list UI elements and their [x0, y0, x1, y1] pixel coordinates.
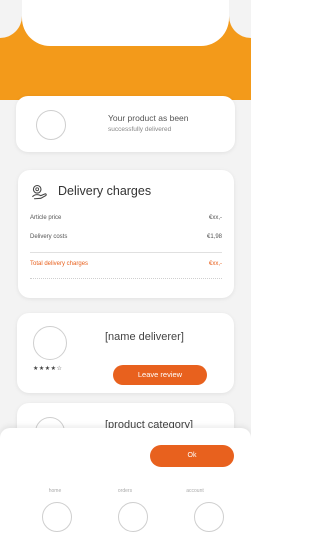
nav-home-button[interactable]	[42, 502, 72, 532]
delivery-costs-row: Delivery costs €1,98	[30, 234, 222, 240]
article-price-row: Article price €xx,-	[30, 215, 222, 221]
deliverer-card: [name deliverer] ★★★★☆ Leave review	[17, 313, 234, 393]
nav-account-button[interactable]	[194, 502, 224, 532]
charges-divider	[30, 252, 222, 253]
deliverer-name: [name deliverer]	[105, 331, 184, 343]
article-price-label: Article price	[30, 215, 62, 221]
total-charges-row: Total delivery charges €xx,-	[30, 261, 222, 267]
confirmation-line-1: Your product as been	[108, 113, 189, 123]
total-charges-value: €xx,-	[208, 261, 222, 267]
nav-label-account: account	[186, 488, 204, 494]
delivery-confirmation-card: Your product as been successfully delive…	[16, 96, 235, 152]
nav-orders-button[interactable]	[118, 502, 148, 532]
ok-button[interactable]: Ok	[150, 445, 234, 467]
bottom-sheet: Ok home orders account	[0, 428, 251, 543]
delivery-costs-label: Delivery costs	[30, 234, 68, 240]
hand-with-coins-icon	[32, 184, 47, 200]
article-price-value: €xx,-	[208, 215, 222, 221]
confirmation-line-2: successfully delivered	[108, 126, 172, 133]
deliverer-avatar	[33, 326, 67, 360]
nav-label-home: home	[48, 488, 62, 494]
total-charges-label: Total delivery charges	[30, 261, 89, 267]
delivery-charges-card: Delivery charges Article price €xx,- Del…	[18, 170, 234, 298]
deliverer-rating-stars: ★★★★☆	[33, 366, 63, 372]
confirmation-text: Your product as been successfully delive…	[108, 113, 189, 135]
header-notch	[22, 0, 229, 46]
delivery-costs-value: €1,98	[206, 234, 222, 240]
confirmation-avatar-placeholder	[36, 110, 66, 140]
phone-screen: Your product as been successfully delive…	[0, 0, 251, 543]
leave-review-button[interactable]: Leave review	[113, 365, 207, 385]
charges-footnote	[30, 278, 222, 282]
charges-title: Delivery charges	[58, 184, 152, 198]
nav-label-orders: orders	[117, 488, 133, 494]
